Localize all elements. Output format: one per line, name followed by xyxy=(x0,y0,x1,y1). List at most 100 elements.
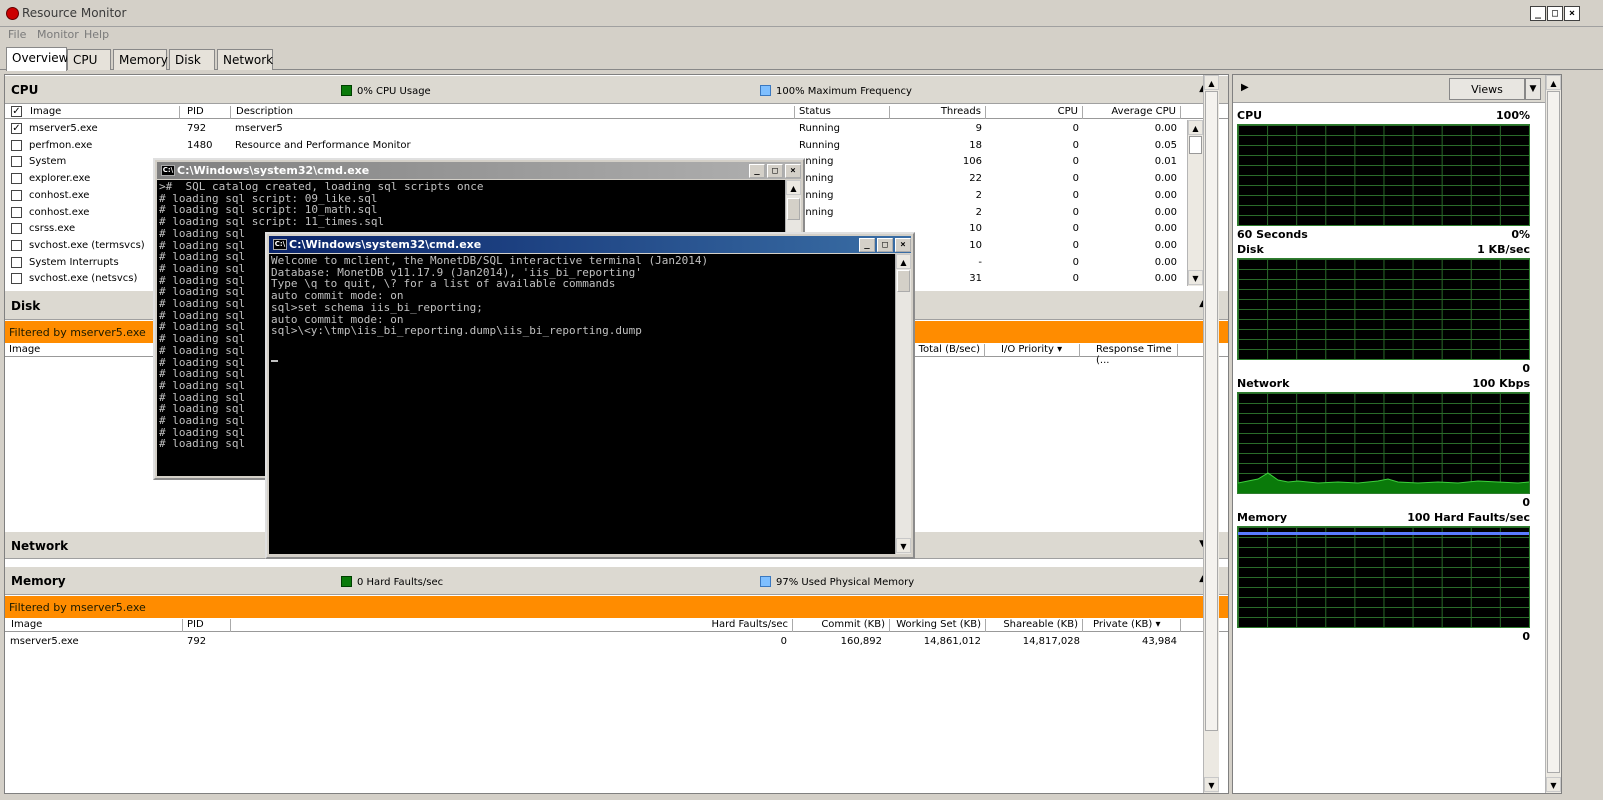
disk-graph-min: 0 xyxy=(1522,362,1530,375)
memory-row-image: mserver5.exe xyxy=(10,636,79,647)
row-checkbox[interactable] xyxy=(11,206,22,218)
row-threads: 18 xyxy=(969,139,982,151)
col-io-priority[interactable]: I/O Priority ▾ xyxy=(985,344,1080,357)
row-pid: 1480 xyxy=(187,139,213,151)
close-button[interactable]: × xyxy=(785,164,801,178)
memory-used-line xyxy=(1238,532,1529,535)
row-average-cpu: 0.00 xyxy=(1154,256,1177,268)
cpu-section-header[interactable]: CPU 0% CPU Usage 100% Maximum Frequency … xyxy=(5,75,1228,104)
row-checkbox[interactable] xyxy=(11,239,22,251)
cmd-titlebar[interactable]: C:\ C:\Windows\system32\cmd.exe _ □ × xyxy=(157,162,801,179)
menu-help[interactable]: Help xyxy=(84,28,109,41)
scroll-thumb[interactable] xyxy=(1189,136,1202,154)
row-checkbox[interactable] xyxy=(11,189,22,201)
select-all-checkbox[interactable]: ✓ xyxy=(11,106,22,117)
col-description[interactable]: Description xyxy=(231,106,795,119)
col-working-set[interactable]: Working Set (KB) xyxy=(890,619,986,632)
cmd-scrollbar[interactable]: ▲ ▼ xyxy=(895,254,911,554)
scroll-thumb[interactable] xyxy=(1547,91,1560,773)
col-image[interactable]: Image xyxy=(9,619,183,632)
cpu-frequency-label: 100% Maximum Frequency xyxy=(776,86,912,97)
disk-graph xyxy=(1237,258,1530,360)
row-status: Running xyxy=(799,139,840,151)
minimize-button[interactable]: _ xyxy=(1530,6,1546,21)
table-row[interactable]: perfmon.exe 1480 Resource and Performance … xyxy=(5,137,1195,154)
maximize-button[interactable]: □ xyxy=(767,164,783,178)
network-section-title: Network xyxy=(11,539,69,553)
cpu-scrollbar[interactable]: ▲ ▼ xyxy=(1187,120,1203,286)
col-image[interactable]: Image xyxy=(27,106,180,119)
scroll-up-icon[interactable]: ▲ xyxy=(896,254,911,269)
menu-monitor[interactable]: Monitor xyxy=(37,28,79,41)
scroll-thumb[interactable] xyxy=(787,198,800,220)
used-memory-swatch xyxy=(760,576,771,587)
cmd-window-mclient[interactable]: C:\ C:\Windows\system32\cmd.exe _ □ × We… xyxy=(265,232,915,559)
cpu-frequency-swatch xyxy=(760,85,771,96)
row-checkbox[interactable] xyxy=(11,173,22,185)
col-pid[interactable]: PID xyxy=(183,106,231,119)
row-cpu: 0 xyxy=(1072,173,1079,185)
memory-section-title: Memory xyxy=(11,574,66,588)
cmd-icon: C:\ xyxy=(161,165,175,176)
maximize-button[interactable]: □ xyxy=(877,238,893,252)
scroll-down-icon[interactable]: ▼ xyxy=(1204,777,1219,792)
row-average-cpu: 0.00 xyxy=(1154,123,1177,134)
scroll-down-icon[interactable]: ▼ xyxy=(1546,777,1561,792)
row-checkbox[interactable] xyxy=(11,223,22,235)
window-title: Resource Monitor xyxy=(22,6,127,20)
tab-network[interactable]: Network xyxy=(217,49,273,70)
scroll-down-icon[interactable]: ▼ xyxy=(1188,270,1203,285)
memory-section-header[interactable]: Memory 0 Hard Faults/sec 97% Used Physic… xyxy=(5,566,1228,595)
minimize-button[interactable]: _ xyxy=(749,164,765,178)
col-cpu[interactable]: CPU xyxy=(986,106,1083,119)
table-row[interactable]: mserver5.exe 792 0 160,892 14,861,012 14… xyxy=(5,633,1195,650)
row-checkbox[interactable] xyxy=(11,273,22,285)
scroll-up-icon[interactable]: ▲ xyxy=(1188,120,1203,135)
col-pid[interactable]: PID xyxy=(183,619,231,632)
row-threads: 10 xyxy=(969,223,982,235)
row-checkbox[interactable] xyxy=(11,156,22,168)
tab-disk[interactable]: Disk xyxy=(169,49,215,70)
minimize-button[interactable]: _ xyxy=(859,238,875,252)
tab-cpu[interactable]: CPU xyxy=(67,49,111,70)
views-button[interactable]: Views xyxy=(1449,78,1525,100)
close-button[interactable]: × xyxy=(1564,6,1580,21)
scroll-up-icon[interactable]: ▲ xyxy=(786,180,801,195)
scroll-down-icon[interactable]: ▼ xyxy=(896,538,911,553)
close-button[interactable]: × xyxy=(895,238,911,252)
scroll-thumb[interactable] xyxy=(897,270,910,292)
views-dropdown-icon[interactable]: ▼ xyxy=(1525,78,1541,100)
col-response-time[interactable]: Response Time (... xyxy=(1080,344,1178,366)
menu-file[interactable]: File xyxy=(8,28,26,41)
cmd-output[interactable]: Welcome to mclient, the MonetDB/SQL inte… xyxy=(269,254,895,554)
tab-memory[interactable]: Memory xyxy=(113,49,168,70)
col-hard-faults[interactable]: Hard Faults/sec xyxy=(231,619,793,632)
col-shareable[interactable]: Shareable (KB) xyxy=(986,619,1083,632)
scroll-up-icon[interactable]: ▲ xyxy=(1546,75,1561,90)
network-graph-min: 0 xyxy=(1522,496,1530,509)
network-graph xyxy=(1237,392,1530,494)
row-threads: 22 xyxy=(969,173,982,185)
row-checkbox[interactable] xyxy=(11,256,22,268)
row-checkbox[interactable] xyxy=(11,139,22,151)
graphs-scrollbar[interactable]: ▲ ▼ xyxy=(1545,75,1561,793)
col-commit[interactable]: Commit (KB) xyxy=(793,619,890,632)
maximize-button[interactable]: □ xyxy=(1547,6,1563,21)
tab-bar: Overview CPU Memory Disk Network xyxy=(0,44,1603,71)
disk-section-title: Disk xyxy=(11,299,41,313)
col-threads[interactable]: Threads xyxy=(890,106,986,119)
memory-row-private: 43,984 xyxy=(1142,636,1177,647)
col-status[interactable]: Status xyxy=(795,106,890,119)
cmd-titlebar[interactable]: C:\ C:\Windows\system32\cmd.exe _ □ × xyxy=(269,236,911,253)
col-private[interactable]: Private (KB) ▾ xyxy=(1083,619,1181,632)
scroll-thumb[interactable] xyxy=(1205,91,1218,731)
tab-overview[interactable]: Overview xyxy=(6,47,69,71)
cpu-graph-max: 100% xyxy=(1496,109,1530,122)
row-average-cpu: 0.00 xyxy=(1154,239,1177,251)
row-checkbox[interactable]: ✓ xyxy=(11,123,22,134)
overview-scrollbar[interactable]: ▲ ▼ xyxy=(1203,75,1219,793)
col-average-cpu[interactable]: Average CPU xyxy=(1083,106,1181,119)
expand-panel-icon[interactable]: ▶ xyxy=(1241,82,1249,93)
scroll-up-icon[interactable]: ▲ xyxy=(1204,75,1219,90)
table-row[interactable]: ✓ mserver5.exe 792 mserver5 Running 9 0 0.00 xyxy=(5,120,1195,137)
